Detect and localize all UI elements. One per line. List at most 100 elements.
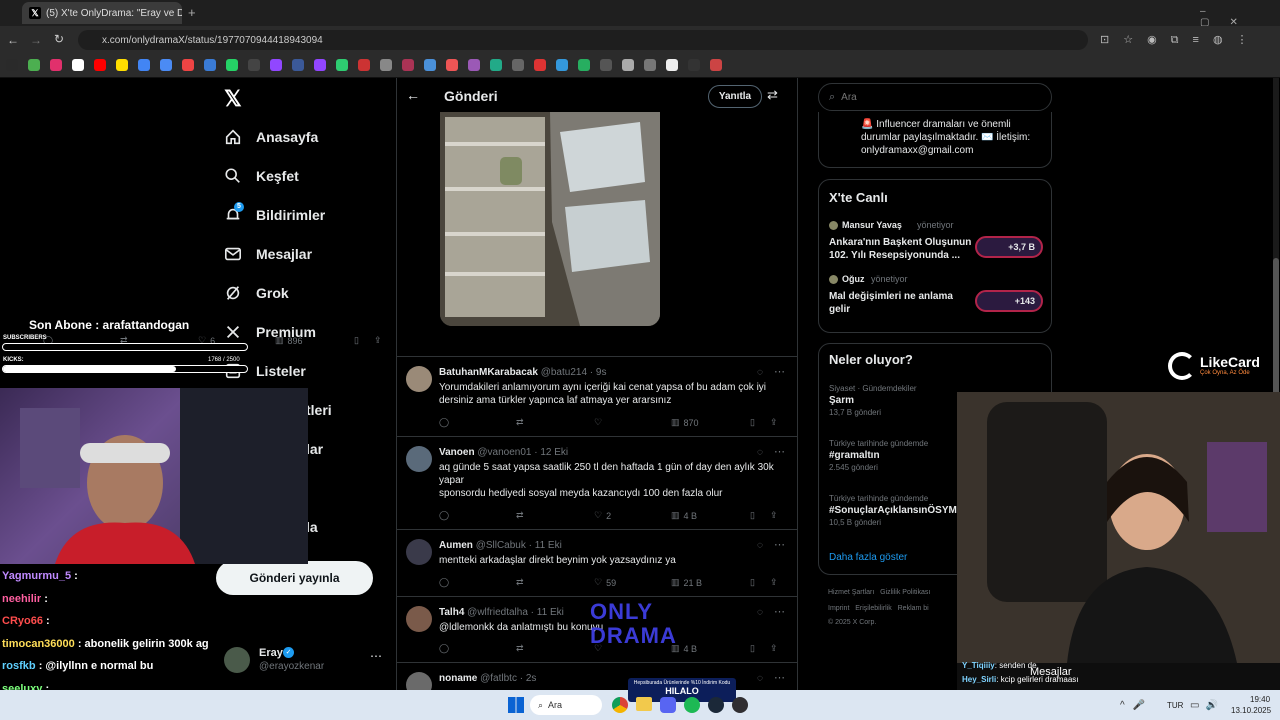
bookmark-icon[interactable] — [160, 59, 172, 71]
sidebar-item-search[interactable]: Keşfet — [224, 167, 299, 185]
bookmark-icon[interactable] — [644, 59, 656, 71]
reply-button[interactable]: Yanıtla — [708, 85, 762, 108]
share-icon[interactable]: ⇪ — [770, 417, 778, 428]
reply-post[interactable]: Aumen @SllCabuk · 11 Eki ◌ ⋯ mentteki arkad… — [396, 529, 798, 596]
chrome-icon[interactable] — [612, 697, 628, 713]
sidebar-item-mail[interactable]: Mesajlar — [224, 245, 312, 263]
tray-status-icons[interactable]: ▭🔊 — [1190, 700, 1224, 711]
bookmark-icon[interactable]: ▯ — [750, 510, 755, 521]
bookmark-icon[interactable] — [116, 59, 128, 71]
bookmark-icon[interactable] — [380, 59, 392, 71]
partial-nav-item-1[interactable]: tleri — [306, 402, 332, 418]
settings-sliders-icon[interactable]: ⇄ — [767, 87, 778, 103]
grok-icon[interactable]: ◌ — [757, 607, 763, 618]
bookmark-icon[interactable] — [688, 59, 700, 71]
spotify-icon[interactable] — [684, 697, 700, 713]
bookmark-icon[interactable] — [94, 59, 106, 71]
bookmark-icon[interactable] — [314, 59, 326, 71]
window-controls[interactable]: –▢✕ — [1200, 6, 1280, 28]
sidebar-item-grok[interactable]: Grok — [224, 284, 289, 302]
like-action[interactable]: ♡ 2 — [594, 510, 611, 521]
views-action[interactable]: ▥ 896 — [275, 335, 303, 346]
bookmark-icon[interactable]: ▯ — [354, 335, 359, 346]
reply-icon[interactable]: ◯ — [439, 577, 449, 588]
bookmark-icon[interactable] — [556, 59, 568, 71]
taskbar-app-icons[interactable] — [612, 697, 782, 713]
sidebar-item-bell[interactable]: 5 Bildirimler — [224, 202, 325, 224]
post-image-fridge[interactable] — [440, 112, 660, 326]
bookmark-icon[interactable] — [446, 59, 458, 71]
partial-nav-item-2[interactable]: lar — [306, 441, 323, 457]
steam-icon[interactable] — [708, 697, 724, 713]
bookmark-icon[interactable] — [336, 59, 348, 71]
bookmark-icon[interactable] — [358, 59, 370, 71]
live-space-item[interactable]: Oğuz yönetiyor Mal değişimleri ne anlama g… — [829, 274, 1043, 322]
reply-icon[interactable]: ◯ — [439, 510, 449, 521]
bookmark-icon[interactable] — [578, 59, 590, 71]
browser-tab[interactable]: 𝕏(5) X'te OnlyDrama: "Eray ve De✕ — [22, 2, 182, 24]
footer-links-2[interactable]: Imprint Erişilebilirlik Reklam bi — [828, 605, 929, 612]
url-field[interactable]: x.com/onlydramaX/status/1977070944418943… — [78, 30, 1088, 50]
bookmark-icon[interactable] — [226, 59, 238, 71]
system-tray-icons[interactable]: ^🎤 — [1120, 700, 1153, 711]
more-icon[interactable]: ⋯ — [774, 365, 785, 378]
like-action[interactable]: ♡ — [594, 417, 606, 428]
reply-avatar[interactable] — [406, 366, 432, 392]
more-icon[interactable]: ⋯ — [774, 605, 785, 618]
grok-icon[interactable]: ◌ — [757, 540, 763, 551]
reply-icon[interactable]: ◯ — [439, 417, 449, 428]
bookmark-icon[interactable] — [468, 59, 480, 71]
more-icon[interactable]: ⋯ — [774, 445, 785, 458]
views-action[interactable]: ▥ 870 — [671, 417, 699, 428]
bookmark-icon[interactable] — [424, 59, 436, 71]
views-action[interactable]: ▥ 21 B — [671, 577, 702, 588]
forward-icon[interactable]: → — [30, 33, 42, 47]
search-input[interactable] — [841, 91, 1022, 103]
more-icon[interactable]: ⋯ — [774, 671, 785, 684]
repost-icon[interactable]: ⇄ — [516, 417, 524, 428]
reply-avatar[interactable] — [406, 446, 432, 472]
back-icon[interactable]: ← — [7, 33, 19, 47]
new-tab-button[interactable]: + — [188, 5, 196, 20]
bookmark-icon[interactable] — [600, 59, 612, 71]
reload-icon[interactable]: ↻ — [54, 32, 64, 46]
back-arrow-icon[interactable]: ← — [406, 87, 420, 103]
scrollbar-thumb[interactable] — [1273, 258, 1279, 408]
bookmark-icon[interactable] — [666, 59, 678, 71]
views-action[interactable]: ▥ 4 B — [671, 510, 697, 521]
share-icon[interactable]: ⇪ — [770, 577, 778, 588]
reply-author[interactable]: noname @fatlbtc · 2s — [439, 673, 536, 684]
bookmark-icon[interactable] — [534, 59, 546, 71]
bookmark-icon[interactable] — [50, 59, 62, 71]
reply-avatar[interactable] — [406, 539, 432, 565]
input-language[interactable]: TUR — [1167, 701, 1183, 710]
repost-icon[interactable]: ⇄ — [516, 577, 524, 588]
reply-author[interactable]: Aumen @SllCabuk · 11 Eki — [439, 540, 562, 551]
clock-time[interactable]: 19:40 — [1250, 695, 1270, 704]
taskbar-search[interactable]: ⌕ Ara — [530, 695, 602, 715]
like-action[interactable]: ♡ 59 — [594, 577, 616, 588]
bookmark-icon[interactable] — [622, 59, 634, 71]
grok-icon[interactable]: ◌ — [757, 673, 763, 684]
bookmark-icon[interactable] — [402, 59, 414, 71]
bookmark-icon[interactable] — [6, 59, 18, 71]
bookmark-icon[interactable]: ▯ — [750, 417, 755, 428]
reply-post[interactable]: BatuhanMKarabacak @batu214 · 9s ◌ ⋯ Yorumda… — [396, 356, 798, 436]
bookmark-icon[interactable] — [204, 59, 216, 71]
bookmark-icon[interactable] — [270, 59, 282, 71]
grok-icon[interactable]: ◌ — [757, 447, 763, 458]
bookmark-icon[interactable] — [182, 59, 194, 71]
reply-author[interactable]: Talh4 @wlfriedtalha · 11 Eki — [439, 607, 564, 618]
browser-toolbar-icons[interactable]: ⊡☆◉⧉≡◍⋮ — [1100, 33, 1262, 47]
bookmark-icon[interactable] — [512, 59, 524, 71]
search-box[interactable]: ⌕ — [818, 83, 1052, 111]
discord-icon[interactable] — [660, 697, 676, 713]
windows-start-icon[interactable] — [508, 697, 524, 713]
listener-count-pill[interactable]: +143 — [975, 290, 1043, 312]
listener-count-pill[interactable]: +3,7 B — [975, 236, 1043, 258]
share-icon[interactable]: ⇪ — [374, 335, 382, 346]
bookmark-icon[interactable] — [28, 59, 40, 71]
bookmark-icon[interactable]: ▯ — [750, 643, 755, 654]
more-icon[interactable]: ⋯ — [774, 538, 785, 551]
reply-post[interactable]: noname @fatlbtc · 2s ◌ ⋯ — [396, 662, 798, 698]
